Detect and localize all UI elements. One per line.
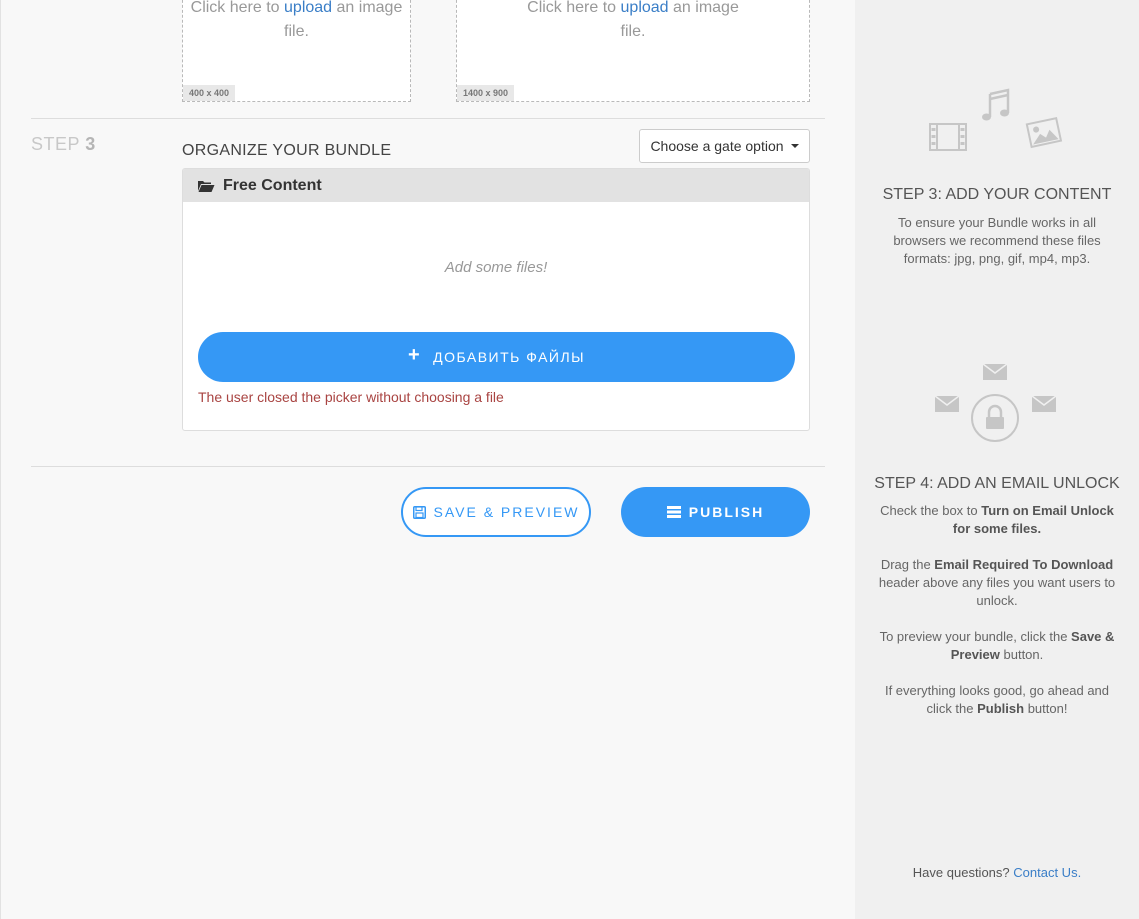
text: header above any files you want users to…	[878, 575, 1116, 608]
step4-help-text: Check the box to Turn on Email Unlock fo…	[877, 502, 1117, 736]
text: button!	[1024, 701, 1068, 716]
main-area: Click here to upload an image file. 400 …	[0, 0, 855, 919]
bold-text: Publish	[977, 701, 1025, 716]
media-icons	[855, 85, 1139, 165]
save-preview-button[interactable]: SAVE & PREVIEW	[401, 487, 591, 537]
publish-button[interactable]: PUBLISH	[621, 487, 810, 537]
gate-option-dropdown[interactable]: Choose a gate option	[639, 129, 810, 163]
section-title: ORGANIZE YOUR BUNDLE	[182, 142, 392, 159]
upload-box-square[interactable]: Click here to upload an image file. 400 …	[182, 0, 411, 102]
step-number: 3	[85, 134, 96, 154]
gate-option-label: Choose a gate option	[650, 138, 784, 154]
publish-label: PUBLISH	[688, 504, 765, 520]
image-icon	[1025, 116, 1063, 149]
list-icon	[666, 506, 681, 518]
upload-link[interactable]: upload	[621, 0, 669, 16]
text: To preview your bundle, click the	[879, 629, 1072, 644]
help-paragraph: If everything looks good, go ahead and c…	[877, 682, 1117, 718]
help-footer: Have questions? Contact Us.	[855, 865, 1139, 880]
help-paragraph: To preview your bundle, click the Save &…	[877, 628, 1117, 664]
music-note-icon	[982, 88, 1010, 121]
upload-prompt: Click here to upload an image file.	[518, 0, 748, 44]
text: button.	[999, 647, 1044, 662]
folder-open-icon	[198, 180, 215, 192]
free-content-panel: Free Content Add some files! + ДОБАВИТЬ …	[182, 168, 810, 431]
add-files-button[interactable]: + ДОБАВИТЬ ФАЙЛЫ	[198, 332, 795, 382]
upload-prefix: Click here to	[190, 0, 280, 16]
film-icon	[929, 123, 967, 151]
envelope-icon	[982, 363, 1008, 380]
empty-files-text: Add some files!	[444, 259, 548, 276]
panel-title: Free Content	[223, 176, 322, 194]
step4-help-title: STEP 4: ADD AN EMAIL UNLOCK	[874, 475, 1120, 492]
step3-help-title: STEP 3: ADD YOUR CONTENT	[882, 186, 1112, 203]
picker-error-message: The user closed the picker without choos…	[198, 389, 504, 405]
email-lock-icons	[855, 360, 1139, 445]
divider	[31, 466, 825, 467]
caret-down-icon	[790, 144, 799, 148]
text: Check the box to	[880, 503, 982, 518]
add-files-label: ДОБАВИТЬ ФАЙЛЫ	[433, 349, 586, 365]
upload-box-wide[interactable]: Click here to upload an image file. 1400…	[456, 0, 810, 102]
help-paragraph: Drag the Email Required To Download head…	[877, 556, 1117, 610]
help-paragraph: Check the box to Turn on Email Unlock fo…	[877, 502, 1117, 538]
upload-prefix: Click here to	[527, 0, 617, 16]
upload-prompt: Click here to upload an image file.	[183, 0, 410, 44]
upload-link[interactable]: upload	[284, 0, 332, 16]
questions-text: Have questions?	[912, 865, 1010, 880]
size-tag: 1400 x 900	[457, 85, 515, 101]
bold-text: Email Required To Download	[934, 557, 1114, 572]
step3-help-text: To ensure your Bundle works in all brows…	[877, 214, 1117, 286]
envelope-icon	[934, 395, 960, 412]
lock-icon	[971, 394, 1019, 442]
text: Drag the	[880, 557, 935, 572]
help-sidebar: STEP 3: ADD YOUR CONTENT To ensure your …	[855, 0, 1139, 919]
step-label: STEP 3	[31, 134, 96, 155]
plus-icon: +	[407, 344, 422, 366]
divider	[31, 118, 825, 119]
envelope-icon	[1031, 395, 1057, 412]
save-preview-label: SAVE & PREVIEW	[433, 504, 580, 520]
step-word: STEP	[31, 134, 80, 154]
formats-text: To ensure your Bundle works in all brows…	[893, 215, 1101, 266]
contact-us-link[interactable]: Contact Us.	[1013, 865, 1081, 880]
floppy-disk-icon	[412, 505, 426, 519]
size-tag: 400 x 400	[183, 85, 236, 101]
panel-header: Free Content	[183, 169, 809, 202]
